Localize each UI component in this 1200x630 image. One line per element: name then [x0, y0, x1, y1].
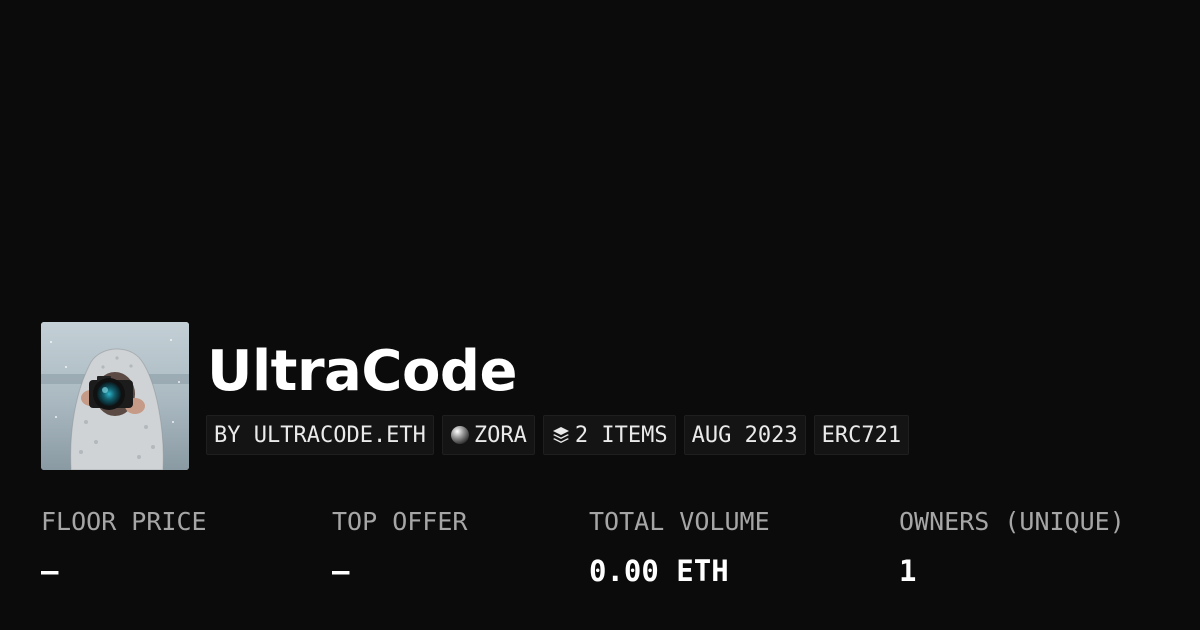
top-offer-stat: TOP OFFER —: [332, 505, 467, 589]
date-label: AUG 2023: [691, 422, 798, 448]
standard-label: ERC721: [821, 422, 902, 448]
top-offer-value: —: [332, 554, 350, 588]
top-offer-label: TOP OFFER: [332, 507, 468, 536]
total-volume-value: 0.00 ETH: [589, 554, 729, 588]
floor-price-label: FLOOR PRICE: [41, 507, 207, 536]
total-volume-stat: TOTAL VOLUME 0.00 ETH: [589, 505, 770, 589]
items-tag[interactable]: 2 ITEMS: [542, 415, 676, 455]
owners-label: OWNERS (UNIQUE): [899, 507, 1125, 536]
zora-orb-icon: [450, 425, 470, 445]
date-tag: AUG 2023: [683, 415, 806, 455]
collection-avatar: [41, 322, 189, 470]
creator-label: BY ULTRACODE.ETH: [214, 422, 426, 448]
camera-photographer-avatar-icon: [41, 322, 189, 470]
collection-tags: BY ULTRACODE.ETH ZORA 2 ITEMS AUG 2023 E…: [206, 415, 910, 455]
standard-tag: ERC721: [813, 415, 910, 455]
floor-price-value: —: [41, 554, 59, 588]
layers-icon: [551, 425, 571, 445]
floor-price-stat: FLOOR PRICE —: [41, 505, 207, 589]
owners-stat: OWNERS (UNIQUE) 1: [899, 505, 1125, 589]
network-tag[interactable]: ZORA: [441, 415, 535, 455]
owners-value: 1: [899, 554, 917, 588]
network-label: ZORA: [473, 422, 527, 448]
total-volume-label: TOTAL VOLUME: [589, 507, 770, 536]
items-label: 2 ITEMS: [574, 422, 668, 448]
creator-tag[interactable]: BY ULTRACODE.ETH: [206, 415, 434, 455]
collection-title: UltraCode: [207, 339, 517, 404]
collection-stats: FLOOR PRICE — TOP OFFER — TOTAL VOLUME 0…: [0, 505, 1200, 605]
collection-card: UltraCode BY ULTRACODE.ETH ZORA 2 ITEMS …: [0, 0, 1200, 630]
